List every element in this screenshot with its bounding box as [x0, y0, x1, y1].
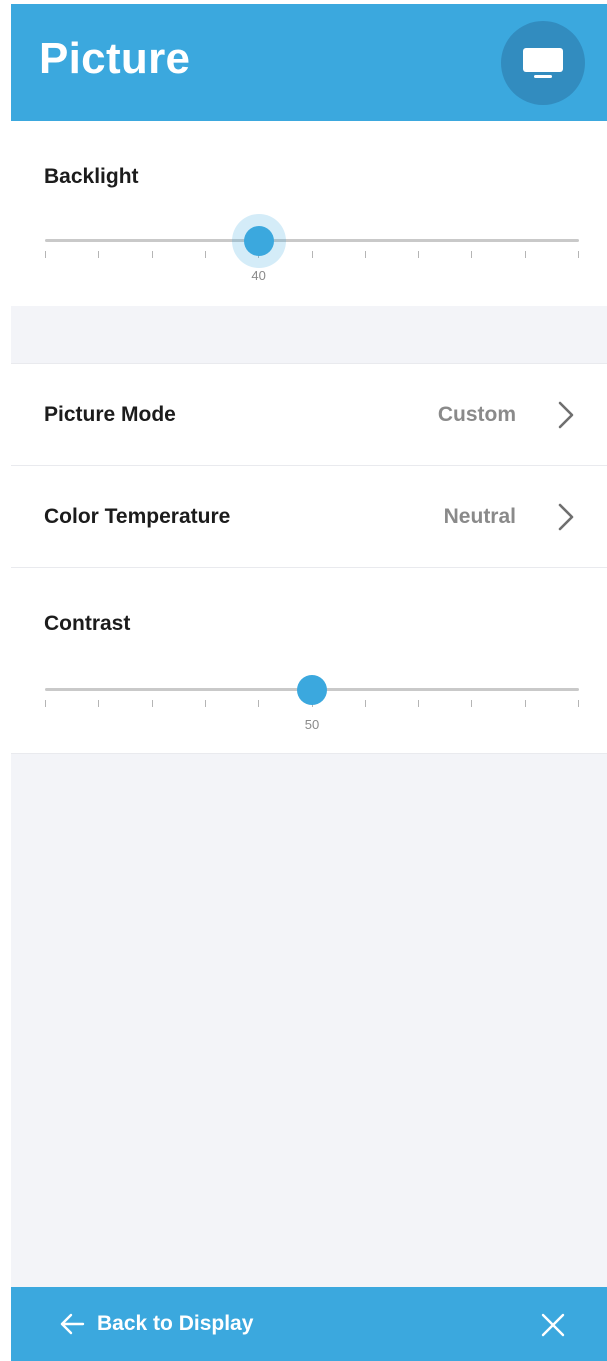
slider-tick: [204, 700, 206, 707]
slider-tick: [364, 700, 366, 707]
backlight-value: 40: [251, 268, 266, 283]
chevron-right-icon: [558, 401, 574, 429]
back-to-display-label: Back to Display: [97, 1312, 254, 1335]
backlight-card: Backlight 40: [11, 121, 607, 306]
picture-settings-screen: Picture Backlight 40 Picture Mode Custom…: [11, 4, 607, 1361]
picture-mode-value: Custom: [437, 403, 516, 426]
contrast-slider-thumb[interactable]: [297, 675, 327, 705]
color-temperature-value: Neutral: [443, 505, 516, 528]
slider-tick: [524, 251, 526, 258]
chevron-right-icon: [558, 503, 574, 531]
slider-tick: [45, 251, 46, 258]
picture-mode-row[interactable]: Picture Mode Custom: [11, 363, 607, 466]
slider-tick: [45, 700, 46, 707]
slider-tick: [258, 700, 260, 707]
backlight-slider-thumb[interactable]: [243, 226, 274, 256]
page-title: Picture: [39, 34, 191, 83]
display-button[interactable]: [501, 21, 585, 105]
backlight-slider[interactable]: 40: [45, 214, 579, 283]
contrast-label: Contrast: [44, 612, 131, 635]
slider-tick: [471, 251, 473, 258]
footer-bar: Back to Display: [11, 1287, 607, 1361]
slider-tick: [418, 700, 420, 707]
slider-tick: [578, 700, 579, 707]
contrast-value: 50: [304, 717, 320, 732]
arrow-left-icon: [60, 1313, 85, 1335]
slider-track[interactable]: [45, 239, 579, 242]
monitor-icon: [523, 48, 563, 78]
slider-tick: [151, 251, 153, 258]
color-temperature-row[interactable]: Color Temperature Neutral: [11, 465, 607, 568]
color-temperature-label: Color Temperature: [44, 505, 231, 528]
slider-tick: [471, 700, 473, 707]
slider-tick: [524, 700, 526, 707]
close-icon[interactable]: [539, 1311, 567, 1339]
backlight-label: Backlight: [44, 165, 139, 188]
picture-mode-label: Picture Mode: [44, 403, 176, 426]
slider-tick: [98, 251, 100, 258]
slider-tick: [151, 700, 153, 707]
header: Picture: [11, 4, 607, 121]
slider-tick: [311, 251, 313, 258]
slider-tick: [578, 251, 579, 258]
slider-tick: [364, 251, 366, 258]
back-to-display-button[interactable]: Back to Display: [59, 1309, 253, 1339]
slider-tick: [204, 251, 206, 258]
contrast-card: Contrast 50: [11, 567, 607, 754]
slider-tick: [98, 700, 100, 707]
contrast-slider[interactable]: 50: [45, 664, 579, 732]
slider-tick: [418, 251, 420, 258]
